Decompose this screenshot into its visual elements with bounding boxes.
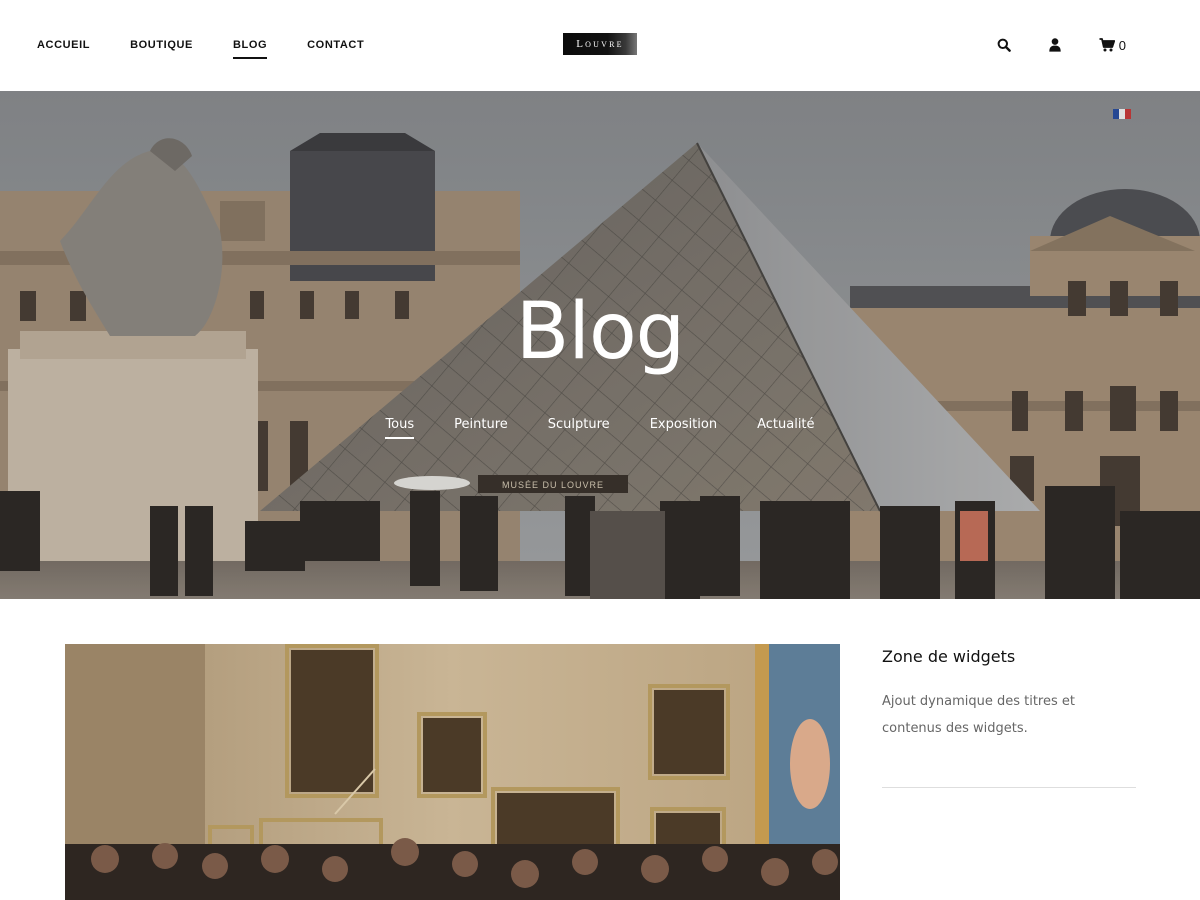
- category-exposition[interactable]: Exposition: [650, 417, 717, 432]
- gallery-crowd-photo: [65, 644, 840, 900]
- widget-divider: [882, 787, 1136, 788]
- account-button[interactable]: [1049, 38, 1061, 52]
- nav-item-blog[interactable]: BLOG: [232, 39, 268, 59]
- widget-title: Zone de widgets: [882, 647, 1016, 666]
- hero-banner: MUSÉE DU LOUVRE Blog Tous Peinture Sculp…: [0, 91, 1200, 599]
- post-featured-image[interactable]: [65, 644, 840, 900]
- cart-count: 0: [1118, 37, 1126, 53]
- nav-item-contact[interactable]: CONTACT: [307, 39, 364, 51]
- header-tools: 0: [959, 0, 1126, 90]
- category-sculpture[interactable]: Sculpture: [548, 417, 610, 432]
- page-title: Blog: [515, 287, 685, 377]
- search-icon: [997, 38, 1011, 52]
- main-nav: ACCUEIL BOUTIQUE BLOG CONTACT: [37, 0, 404, 90]
- cart-button[interactable]: 0: [1099, 38, 1126, 53]
- nav-item-boutique[interactable]: BOUTIQUE: [130, 39, 193, 51]
- widget-text: Ajout dynamique des titres et contenus d…: [882, 694, 1075, 736]
- cart-icon: [1099, 38, 1115, 52]
- category-tous[interactable]: Tous: [385, 417, 414, 439]
- site-header: ACCUEIL BOUTIQUE BLOG CONTACT Louvre 0: [0, 0, 1200, 90]
- category-actualite[interactable]: Actualité: [757, 417, 814, 432]
- widget-area: Zone de widgets Ajout dynamique des titr…: [882, 644, 1136, 788]
- logo-text: Louvre: [576, 38, 624, 50]
- nav-item-accueil[interactable]: ACCUEIL: [37, 39, 90, 51]
- site-logo[interactable]: Louvre: [563, 33, 637, 55]
- user-icon: [1049, 38, 1061, 52]
- category-peinture[interactable]: Peinture: [454, 417, 508, 432]
- search-button[interactable]: [997, 38, 1011, 52]
- category-filter: Tous Peinture Sculpture Exposition Actua…: [0, 417, 1200, 439]
